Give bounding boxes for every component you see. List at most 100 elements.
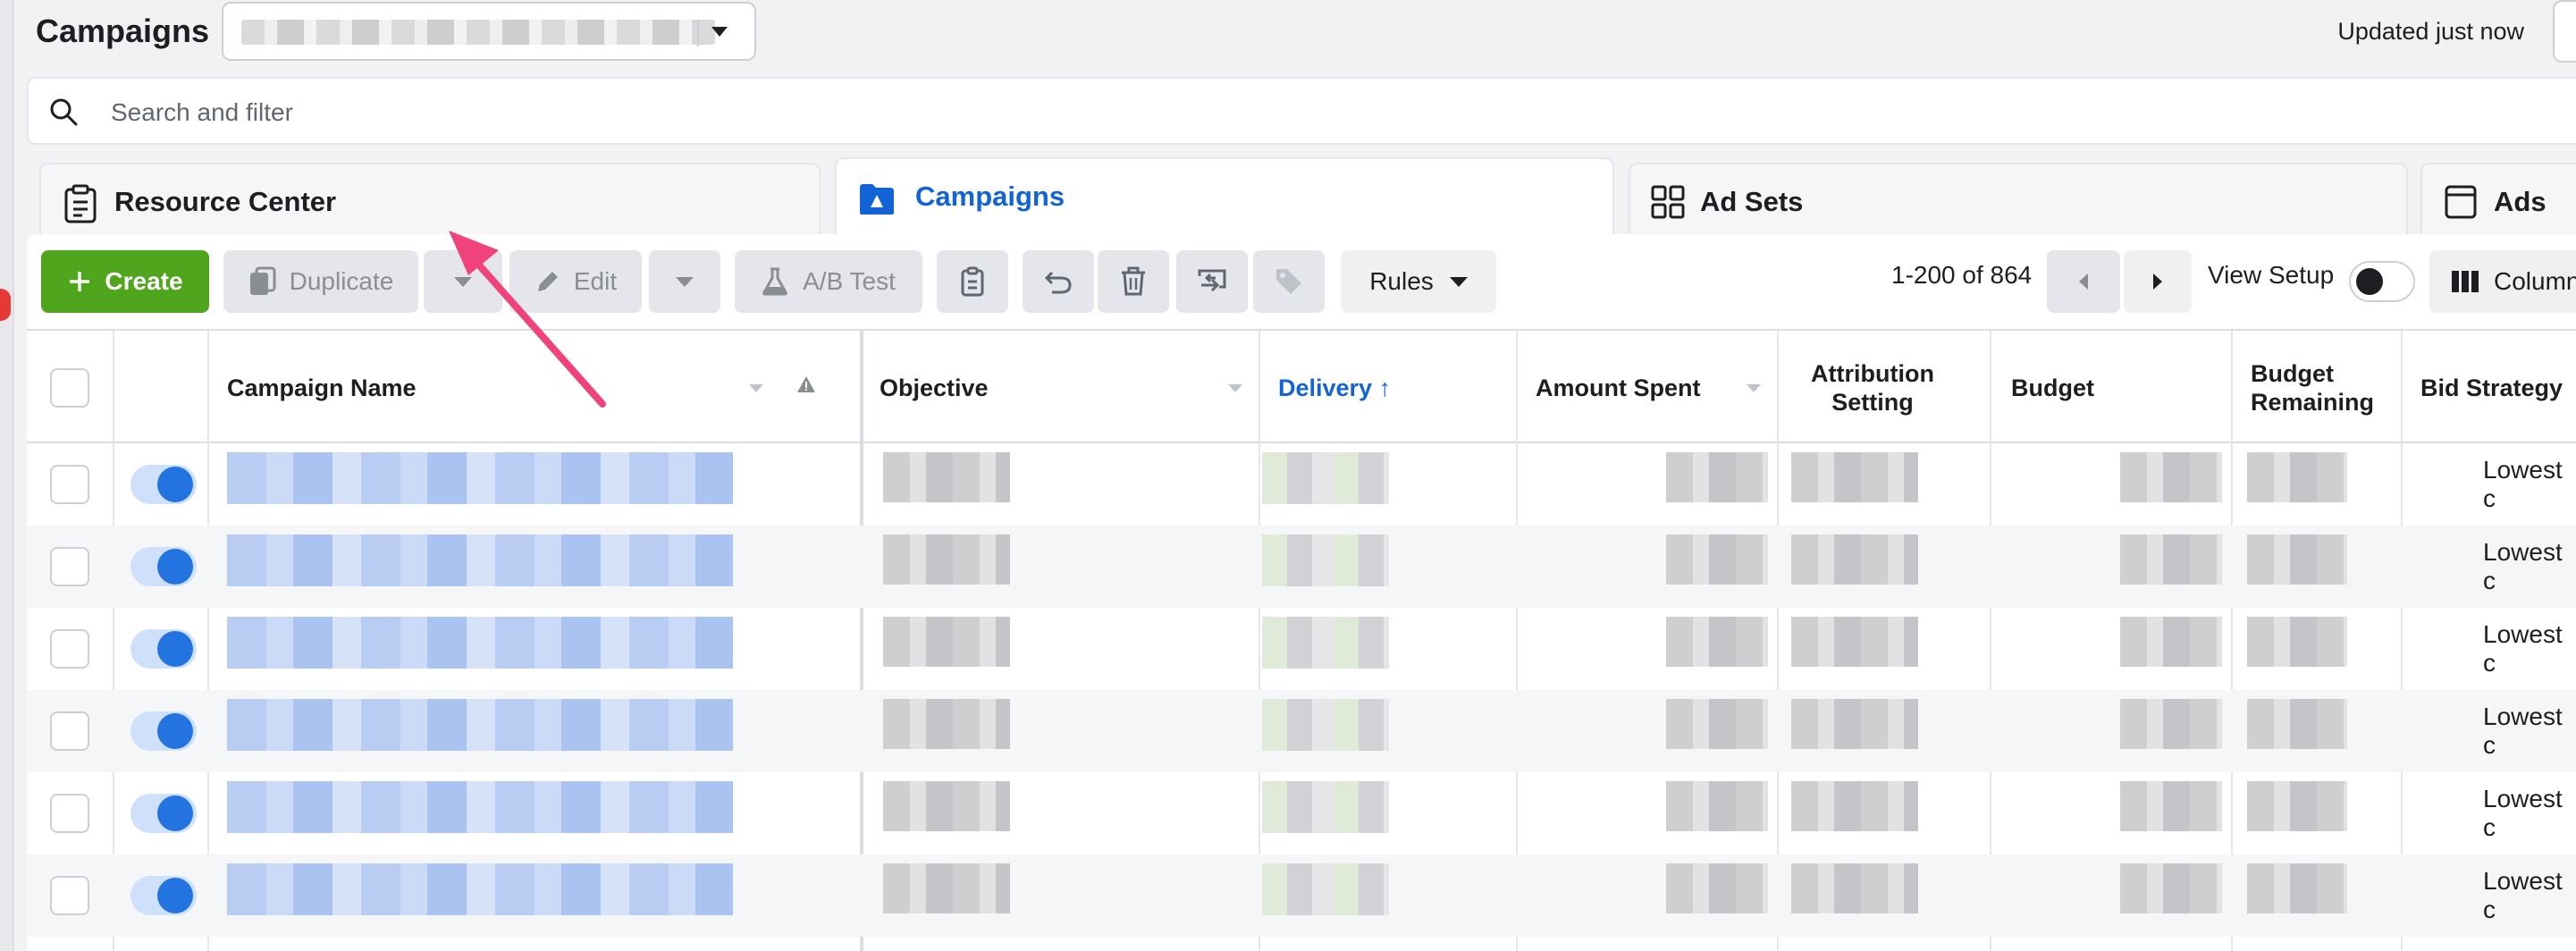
amount-spent-redacted [1666,699,1768,749]
campaign-name-redacted[interactable] [227,699,733,751]
bid-strategy-cell: Lowest c [2483,785,2563,841]
undo-button[interactable] [1023,250,1094,313]
warning-icon [797,376,815,392]
search-icon [50,98,78,126]
campaign-name-redacted[interactable] [227,863,733,915]
row-checkbox[interactable] [50,711,89,751]
create-label: Create [105,267,183,295]
column-header-delivery-label: Delivery [1278,375,1373,401]
pagination-count: 1-200 of 864 [1891,261,2033,289]
campaign-status-toggle[interactable] [130,465,197,504]
notification-dot [0,289,11,321]
attribution-redacted [1791,617,1918,667]
chevron-down-icon [711,27,728,37]
grid-icon [1651,185,1685,219]
tab-campaigns[interactable]: Campaigns [835,157,1614,243]
column-header-budget[interactable]: Budget [2011,374,2094,402]
sort-caret-icon[interactable] [1228,384,1242,392]
chevron-down-icon [1449,276,1468,287]
column-header-budget-remaining[interactable]: Budget Remaining [2251,359,2394,417]
attribution-redacted [1791,534,1918,585]
campaign-status-toggle[interactable] [130,794,197,833]
budget-remaining-redacted [2247,781,2347,831]
objective-redacted [883,781,1010,831]
page-title: Campaigns [36,13,210,49]
tag-button[interactable] [1253,250,1325,313]
tab-label: Ads [2494,186,2547,217]
row-checkbox[interactable] [50,465,89,504]
sort-caret-icon[interactable] [749,384,763,392]
bid-strategy-cell: Lowest c [2483,867,2563,923]
duplicate-button[interactable]: Duplicate [223,250,418,313]
columns-button[interactable]: Columns [2429,250,2576,313]
delivery-redacted [1262,452,1389,504]
campaign-name-redacted[interactable] [227,452,733,504]
budget-remaining-redacted [2247,863,2347,913]
export-icon [1198,269,1226,292]
chevron-left-icon [2079,274,2088,290]
campaign-status-toggle[interactable] [130,629,197,669]
delivery-redacted [1262,781,1389,833]
toggle-knob [2356,268,2383,295]
delivery-redacted [1262,863,1389,915]
search-bar[interactable] [27,77,2576,145]
delete-button[interactable] [1098,250,1169,313]
budget-redacted [2120,699,2222,749]
chevron-down-icon [676,276,694,287]
duplicate-label: Duplicate [289,267,394,295]
folder-icon [860,184,894,215]
select-all-checkbox[interactable] [50,368,89,408]
search-input[interactable] [109,95,917,130]
next-page-button[interactable] [2124,250,2192,313]
budget-remaining-redacted [2247,452,2347,502]
row-checkbox[interactable] [50,876,89,915]
row-checkbox[interactable] [50,794,89,833]
edit-dropdown-button[interactable] [649,250,720,313]
toggle-knob [157,795,193,831]
row-checkbox[interactable] [50,547,89,586]
create-button[interactable]: Create [41,250,209,313]
bid-strategy-cell: Lowest c [2483,703,2563,759]
tab-ads[interactable]: Ads [2420,163,2576,243]
budget-redacted [2120,452,2222,502]
sort-caret-icon[interactable] [1747,384,1761,392]
refresh-button[interactable] [2553,0,2576,63]
ab-test-button[interactable]: A/B Test [735,250,922,313]
tab-label: Campaigns [915,181,1065,212]
budget-remaining-redacted [2247,699,2347,749]
export-button[interactable] [1176,250,1248,313]
campaign-status-toggle[interactable] [130,711,197,751]
toggle-knob [157,878,193,913]
ad-icon [2445,185,2477,219]
account-selector[interactable] [222,2,756,61]
budget-redacted [2120,863,2222,913]
column-header-objective[interactable]: Objective [880,374,989,402]
objective-redacted [883,617,1010,667]
objective-redacted [883,534,1010,585]
column-header-bid-strategy[interactable]: Bid Strategy [2420,374,2563,402]
row-checkbox[interactable] [50,629,89,669]
campaign-status-toggle[interactable] [130,547,197,586]
campaign-name-redacted[interactable] [227,534,733,586]
tag-icon [1276,269,1301,294]
delivery-redacted [1262,534,1389,586]
rules-button[interactable]: Rules [1341,250,1496,313]
column-header-campaign-name[interactable]: Campaign Name [227,374,417,402]
campaign-name-redacted[interactable] [227,617,733,669]
column-header-amount-spent[interactable]: Amount Spent [1536,374,1700,402]
columns-label: Columns [2494,267,2576,295]
previous-page-button[interactable] [2047,250,2120,313]
columns-icon [2452,271,2479,292]
tab-ad-sets[interactable]: Ad Sets [1629,163,2408,243]
table-top-border [27,329,2576,331]
column-header-attribution-setting[interactable]: Attribution Setting [1797,359,1949,417]
annotation-arrow [449,231,606,408]
clipboard-icon [64,184,97,223]
column-header-delivery[interactable]: Delivery ↑ [1278,374,1391,402]
account-name-redacted [241,20,715,45]
tab-label: Resource Center [114,186,337,217]
campaign-status-toggle[interactable] [130,876,197,915]
clipboard-button[interactable] [937,250,1008,313]
campaign-name-redacted[interactable] [227,781,733,833]
view-setup-toggle[interactable] [2349,261,2415,302]
